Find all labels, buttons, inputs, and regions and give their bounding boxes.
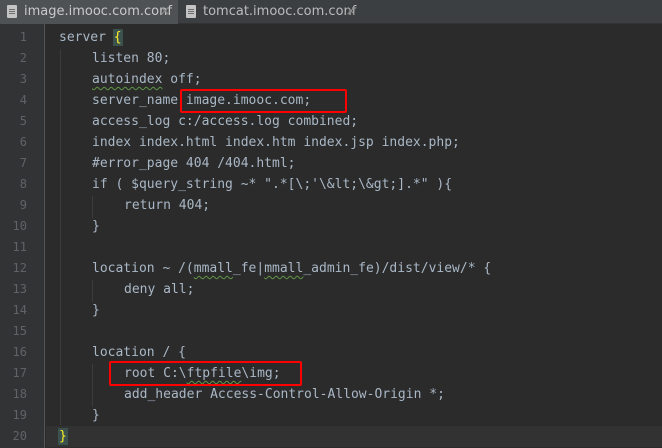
line-number: 4 [19,93,27,107]
line-number: 7 [19,156,27,170]
code-line-5[interactable]: access_log c:/access.log combined; [92,111,358,132]
close-icon[interactable]: × [345,0,357,24]
spellcheck-word: mmall [264,261,304,276]
code-line-1[interactable]: server { [59,27,123,48]
code-text: location ~ /( [92,261,194,276]
code-line-20[interactable]: } [58,426,68,447]
code-line-8[interactable]: if ( $query_string ~* ".*[\;'\&lt;\&gt;]… [92,174,452,195]
matched-brace: { [112,29,123,46]
code-line-9[interactable]: return 404; [124,195,210,216]
file-icon [7,5,17,18]
line-number: 5 [19,114,27,128]
indent-guide [92,196,93,218]
code-text: _admin_fe)/dist/view/* { [303,261,492,276]
line-number: 11 [12,240,27,254]
file-icon [186,5,196,18]
indent-guide [60,49,61,425]
line-number: 19 [12,408,27,422]
line-number: 3 [19,72,27,86]
line-number-gutter: 1 2 3 4 5 6 7 8 9 10 11 12 13 14 15 16 1… [0,24,45,448]
close-icon[interactable]: × [159,0,171,24]
tab-bar: image.imooc.com.conf × tomcat.imooc.com.… [0,0,662,24]
code-editor: image.imooc.com.conf × tomcat.imooc.com.… [0,0,662,448]
code-line-7[interactable]: #error_page 404 /404.html; [92,153,296,174]
code-line-10[interactable]: } [92,216,100,237]
tab-tomcat-conf[interactable]: tomcat.imooc.com.conf × [179,0,362,24]
line-number: 1 [19,30,27,44]
spellcheck-word: autoindex [92,72,163,87]
tab-image-conf[interactable]: image.imooc.com.conf × [0,0,178,24]
line-number: 14 [12,303,27,317]
spellcheck-word: mmall [193,261,233,276]
code-text: off; [162,72,202,87]
code-text: server [59,30,114,45]
matched-brace: } [58,428,68,445]
code-text: _fe| [232,261,265,276]
line-number: 16 [12,345,27,359]
line-number: 8 [19,177,27,191]
line-number: 18 [12,387,27,401]
code-line-13[interactable]: deny all; [124,279,194,300]
annotation-box-server-name [180,89,347,113]
code-line-2[interactable]: listen 80; [92,48,170,69]
current-line-highlight [46,426,662,447]
annotation-box-root [109,361,302,386]
line-number: 6 [19,135,27,149]
code-text: server_name [92,93,186,108]
code-line-14[interactable]: } [92,300,100,321]
code-line-6[interactable]: index index.html index.htm index.jsp ind… [92,132,460,153]
indent-guide [92,364,93,407]
line-number: 15 [12,324,27,338]
line-number: 12 [12,261,27,275]
code-line-12[interactable]: location ~ /(mmall_fe|mmall_admin_fe)/di… [92,258,491,279]
tab-label: tomcat.imooc.com.conf [203,4,357,19]
line-number: 10 [12,219,27,233]
code-line-16[interactable]: location / { [92,342,186,363]
line-number: 17 [12,366,27,380]
tab-label: image.imooc.com.conf [24,4,172,19]
line-number: 2 [19,51,27,65]
line-number: 13 [12,282,27,296]
line-number: 20 [12,429,27,443]
code-line-19[interactable]: } [92,405,100,426]
code-line-3[interactable]: autoindex off; [92,69,202,90]
indent-guide [92,280,93,302]
code-line-18[interactable]: add_header Access-Control-Allow-Origin *… [124,384,445,405]
line-number: 9 [19,198,27,212]
